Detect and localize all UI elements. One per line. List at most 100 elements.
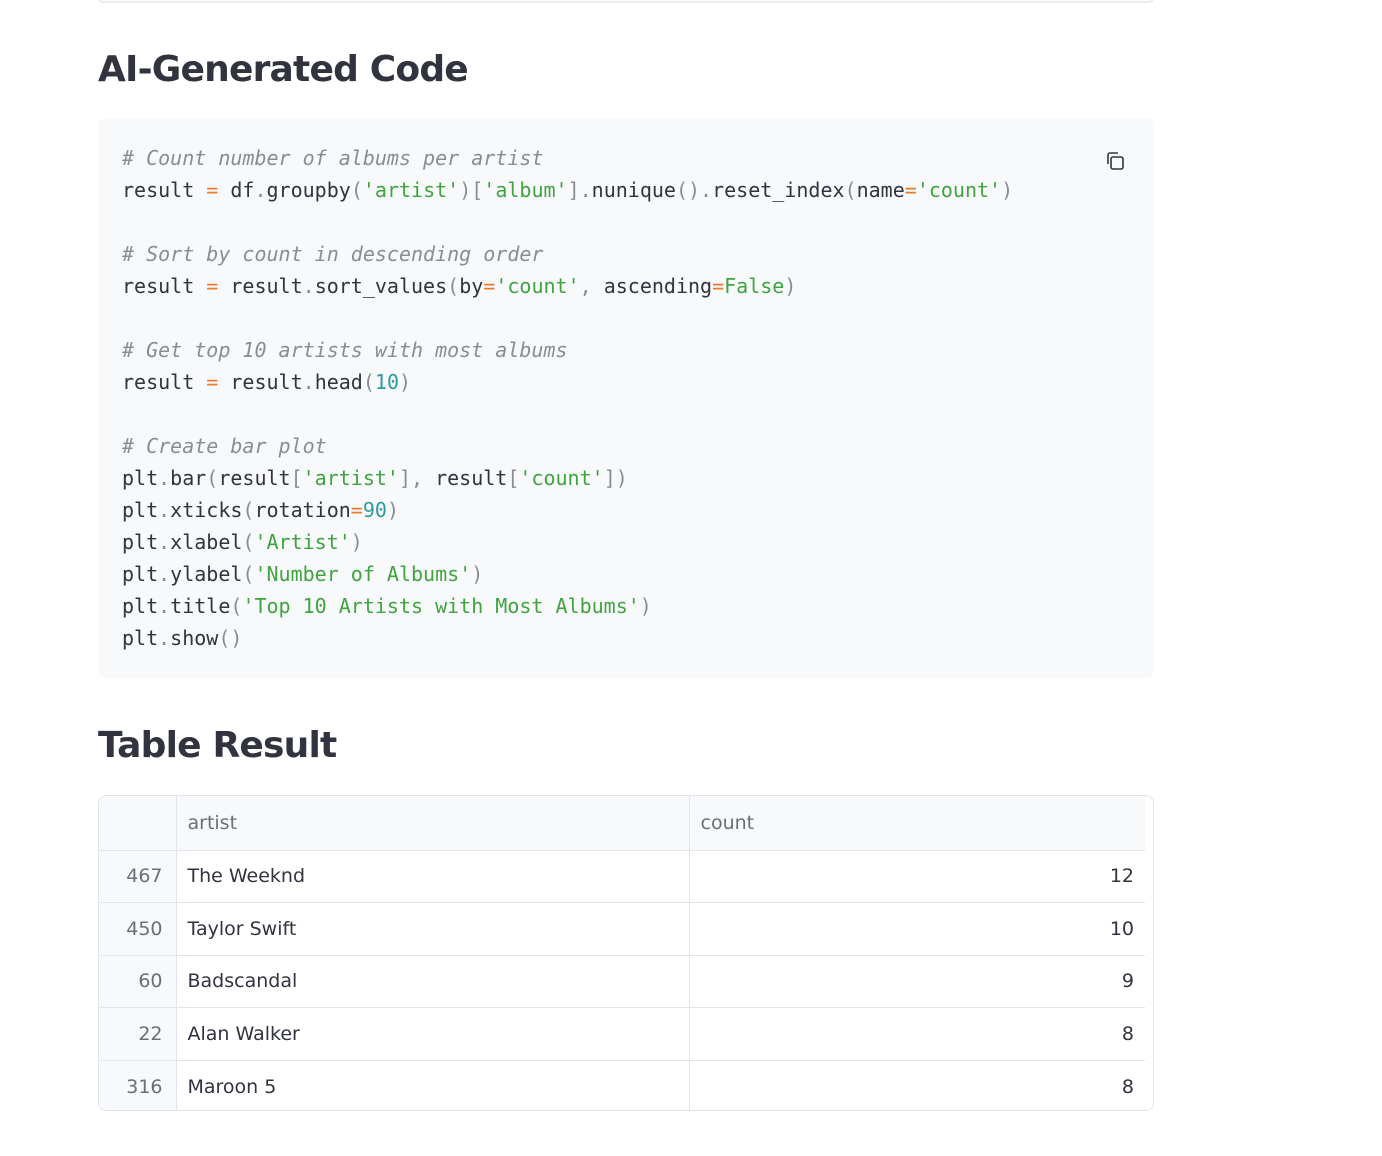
code-line: plt.ylabel('Number of Albums') [122,558,1013,590]
code-line: plt.xlabel('Artist') [122,526,1013,558]
code-token: = [206,370,219,394]
row-index: 316 [99,1060,177,1110]
code-token: plt [122,498,159,522]
code-token: head [314,370,363,394]
code-token: ( [362,370,375,394]
count-cell[interactable]: 10 [689,902,1145,956]
code-token: )[ [459,178,484,202]
code-token: . [158,626,171,650]
count-cell[interactable]: 8 [689,1060,1145,1110]
code-token: by [459,274,484,298]
code-line: # Count number of albums per artist [122,142,1013,174]
code-token: . [158,530,171,554]
row-index: 450 [99,902,177,956]
code-line: result = result.head(10) [122,366,1013,398]
code-token: result [218,370,303,394]
code-token: . [158,594,171,618]
code-token: 'artist' [362,178,460,202]
artist-cell[interactable]: Maroon 5 [176,1060,690,1110]
code-token: ]) [603,466,628,490]
code-token: = [483,274,496,298]
code-token: result [122,274,207,298]
row-index: 60 [99,955,177,1008]
artist-column-header[interactable]: artist [176,796,690,851]
artist-cell[interactable]: Badscandal [176,955,690,1008]
code-line: plt.bar(result['artist'], result['count'… [122,462,1013,494]
code-token: 'count' [495,274,580,298]
table-row: 316 Maroon 5 8 [99,1060,1145,1110]
artist-cell[interactable]: The Weeknd [176,850,690,903]
code-token: xticks [170,498,243,522]
code-token: ) [1001,178,1014,202]
code-token: show [170,626,219,650]
code-token: ) [639,594,652,618]
code-token: bar [170,466,207,490]
code-token: sort_values [314,274,448,298]
code-token: plt [122,626,159,650]
count-column-header[interactable]: count [689,796,1145,851]
table-header-row: artist count [99,796,1145,851]
code-token: plt [122,562,159,586]
code-line: plt.show() [122,622,1013,654]
code-line: plt.title('Top 10 Artists with Most Albu… [122,590,1013,622]
code-line: result = result.sort_values(by='count', … [122,270,1013,302]
code-token: . [158,466,171,490]
table-row: 22 Alan Walker 8 [99,1007,1145,1061]
code-token: df [218,178,255,202]
code-line: # Sort by count in descending order [122,238,1013,270]
code-token: ( [350,178,363,202]
code-token: xlabel [170,530,243,554]
code-token: ) [386,498,399,522]
code-token: . [302,274,315,298]
code-token: # Count number of albums per artist [122,146,544,170]
code-token: ylabel [170,562,243,586]
code-token: result [218,466,291,490]
code-token: 'count' [916,178,1002,202]
code-token: = [904,178,917,202]
code-token: # Get top 10 artists with most albums [122,338,568,362]
code-line: # Get top 10 artists with most albums [122,334,1013,366]
code-token: ( [844,178,857,202]
code-token: plt [122,530,159,554]
count-cell[interactable]: 12 [689,850,1145,903]
code-content: # Count number of albums per artist resul… [122,142,1013,654]
result-table[interactable]: artist count 467 The Weeknd 12 450 Taylo… [98,795,1154,1111]
copy-button[interactable] [1102,148,1128,174]
code-line: plt.xticks(rotation=90) [122,494,1013,526]
code-token: ( [230,594,243,618]
code-token: ( [206,466,219,490]
count-cell[interactable]: 9 [689,955,1145,1008]
code-token: 'count' [519,466,604,490]
code-token: 'artist' [302,466,399,490]
code-token: , [579,274,604,298]
code-token: = [712,274,725,298]
code-token: # Create bar plot [122,434,327,458]
code-token: result [218,274,303,298]
code-token: 'Top 10 Artists with Most Albums' [242,594,640,618]
code-line: # Create bar plot [122,430,1013,462]
code-token: ( [447,274,460,298]
code-section-title: AI-Generated Code [98,49,469,90]
code-token: rotation [254,498,351,522]
code-token: ) [471,562,484,586]
code-token: nunique [591,178,676,202]
code-block: # Count number of albums per artist resul… [98,118,1154,678]
count-cell[interactable]: 8 [689,1007,1145,1061]
code-token: ( [242,530,255,554]
code-token: name [856,178,905,202]
code-token: ) [784,274,797,298]
code-token: # Sort by count in descending order [122,242,544,266]
index-column-header[interactable] [99,796,177,851]
code-token: plt [122,594,159,618]
artist-cell[interactable]: Alan Walker [176,1007,690,1061]
code-token: ) [399,370,412,394]
code-token: . [158,498,171,522]
code-token: title [170,594,231,618]
artist-cell[interactable]: Taylor Swift [176,902,690,956]
code-token: [ [507,466,520,490]
code-token: result [435,466,508,490]
code-token: [ [290,466,303,490]
code-token: reset_index [712,178,845,202]
code-token: ( [242,498,255,522]
code-token: . [158,562,171,586]
